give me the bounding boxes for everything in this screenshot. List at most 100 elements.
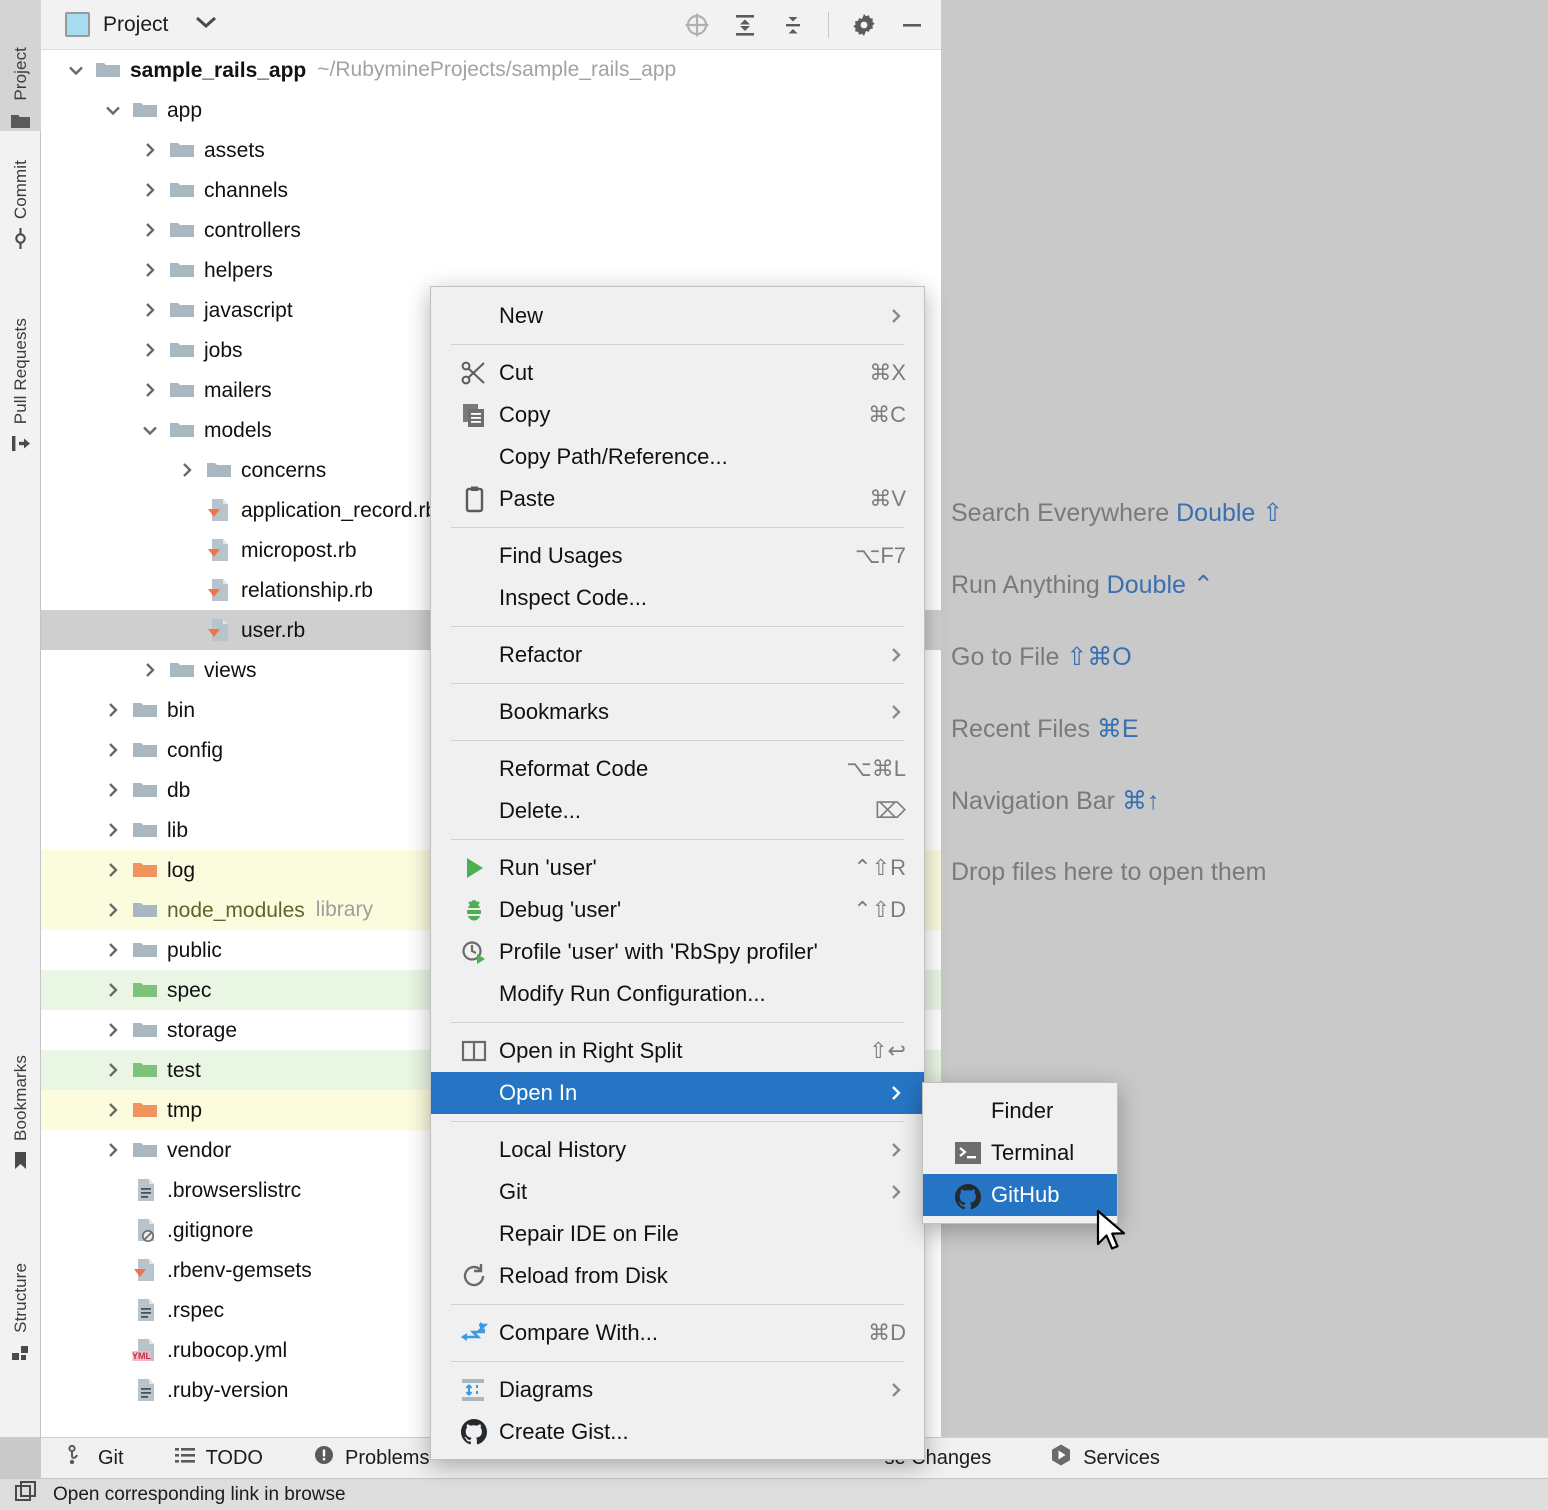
run-icon — [459, 853, 491, 883]
ruby-icon — [132, 1257, 158, 1283]
tree-row-label: bin — [167, 700, 195, 721]
diagram-icon — [459, 1375, 491, 1405]
chevron-collapsed-icon[interactable] — [102, 739, 124, 761]
menu-item[interactable]: Reload from Disk — [431, 1255, 924, 1297]
menu-item-shortcut: ⌥F7 — [833, 543, 906, 569]
chevron-collapsed-icon[interactable] — [139, 299, 161, 321]
project-view-icon — [65, 12, 90, 37]
menu-item[interactable]: Run 'user'⌃⇧R — [431, 847, 924, 889]
submenu-item[interactable]: Finder — [923, 1090, 1117, 1132]
tree-row[interactable]: app — [41, 90, 941, 130]
chevron-collapsed-icon[interactable] — [102, 859, 124, 881]
hint-label: Recent Files — [951, 715, 1097, 743]
chevron-expanded-icon[interactable] — [102, 99, 124, 121]
menu-item-label: Inspect Code... — [499, 587, 906, 609]
menu-item[interactable]: Git — [431, 1171, 924, 1213]
chevron-collapsed-icon[interactable] — [176, 459, 198, 481]
context-menu[interactable]: New Cut⌘XCopy⌘CCopy Path/Reference...Past… — [430, 286, 925, 1460]
chevron-expanded-icon[interactable] — [65, 59, 87, 81]
status-label: Problems — [345, 1447, 429, 1470]
menu-item[interactable]: New — [431, 295, 924, 337]
settings-gear-icon[interactable] — [851, 12, 877, 38]
hint-label: Drop files here to open them — [951, 858, 1266, 886]
menu-item[interactable]: Refactor — [431, 634, 924, 676]
svg-text:YML: YML — [132, 1351, 152, 1361]
menu-item[interactable]: Copy Path/Reference... — [431, 436, 924, 478]
chevron-collapsed-icon[interactable] — [102, 1139, 124, 1161]
folder-icon — [206, 457, 232, 483]
menu-item[interactable]: Copy⌘C — [431, 394, 924, 436]
tree-row-label: lib — [167, 820, 188, 841]
todo-list-icon — [174, 1444, 196, 1472]
collapse-all-icon[interactable] — [780, 12, 806, 38]
rail-item-pull-requests[interactable]: Pull Requests — [0, 318, 41, 454]
tree-row-label: .rspec — [167, 1300, 224, 1321]
menu-item-shortcut: ⇧↩ — [847, 1038, 906, 1064]
rail-item-commit[interactable]: Commit — [0, 160, 41, 249]
bookmark-icon — [10, 1150, 31, 1171]
submenu-item[interactable]: Terminal — [923, 1132, 1117, 1174]
hide-icon[interactable] — [899, 12, 925, 38]
menu-item[interactable]: Bookmarks — [431, 691, 924, 733]
chevron-collapsed-icon[interactable] — [102, 819, 124, 841]
menu-item[interactable]: Diagrams — [431, 1369, 924, 1411]
menu-item[interactable]: Find Usages⌥F7 — [431, 535, 924, 577]
rail-item-structure[interactable]: Structure — [0, 1263, 41, 1363]
menu-item[interactable]: Profile 'user' with 'RbSpy profiler' — [431, 931, 924, 973]
tree-row-root[interactable]: sample_rails_app ~/RubymineProjects/samp… — [41, 50, 941, 90]
menu-item[interactable]: Local History — [431, 1129, 924, 1171]
chevron-collapsed-icon[interactable] — [139, 659, 161, 681]
folder-icon — [132, 1017, 158, 1043]
status-item-git[interactable]: Git — [66, 1444, 124, 1472]
chevron-collapsed-icon[interactable] — [139, 379, 161, 401]
chevron-expanded-icon[interactable] — [139, 419, 161, 441]
status-item-services[interactable]: Services — [1049, 1443, 1160, 1473]
chevron-collapsed-icon[interactable] — [102, 939, 124, 961]
tree-row[interactable]: helpers — [41, 250, 941, 290]
chevron-collapsed-icon[interactable] — [102, 1059, 124, 1081]
status-item-problems[interactable]: Problems — [313, 1444, 429, 1472]
chevron-collapsed-icon[interactable] — [102, 1019, 124, 1041]
chevron-collapsed-icon[interactable] — [102, 1099, 124, 1121]
menu-item[interactable]: Compare With...⌘D — [431, 1312, 924, 1354]
chevron-right-icon — [886, 1140, 906, 1160]
menu-separator — [451, 1361, 904, 1362]
submenu-item[interactable]: GitHub — [923, 1174, 1117, 1216]
menu-item[interactable]: Open In — [431, 1072, 924, 1114]
hint-shortcut: ⌘E — [1097, 715, 1139, 743]
chevron-collapsed-icon[interactable] — [139, 339, 161, 361]
menu-item[interactable]: Repair IDE on File — [431, 1213, 924, 1255]
chevron-collapsed-icon[interactable] — [139, 179, 161, 201]
select-opened-file-icon[interactable] — [684, 12, 710, 38]
menu-item[interactable]: Inspect Code... — [431, 577, 924, 619]
rail-item-project[interactable]: Project — [0, 0, 41, 131]
chevron-collapsed-icon[interactable] — [102, 699, 124, 721]
chevron-down-icon[interactable] — [195, 15, 217, 34]
status-item-todo[interactable]: TODO — [174, 1444, 263, 1472]
chevron-collapsed-icon[interactable] — [102, 899, 124, 921]
menu-item[interactable]: Create Gist... — [431, 1411, 924, 1453]
chevron-collapsed-icon[interactable] — [139, 139, 161, 161]
chevron-collapsed-icon[interactable] — [139, 259, 161, 281]
rail-label: Pull Requests — [11, 318, 31, 424]
menu-item[interactable]: Delete...⌦ — [431, 790, 924, 832]
chevron-collapsed-icon[interactable] — [102, 779, 124, 801]
menu-item[interactable]: Reformat Code⌥⌘L — [431, 748, 924, 790]
menu-item[interactable]: Modify Run Configuration... — [431, 973, 924, 1015]
tree-row-label: user.rb — [241, 620, 305, 641]
menu-item[interactable]: Open in Right Split⇧↩ — [431, 1030, 924, 1072]
chevron-collapsed-icon[interactable] — [102, 979, 124, 1001]
chevron-right-icon — [886, 306, 906, 326]
project-view-selector[interactable]: Project — [65, 12, 217, 37]
menu-item[interactable]: Debug 'user'⌃⇧D — [431, 889, 924, 931]
tree-row[interactable]: controllers — [41, 210, 941, 250]
open-in-submenu[interactable]: FinderTerminalGitHub — [922, 1082, 1118, 1224]
window-icon — [14, 1480, 39, 1510]
chevron-collapsed-icon[interactable] — [139, 219, 161, 241]
expand-all-icon[interactable] — [732, 12, 758, 38]
tree-row[interactable]: assets — [41, 130, 941, 170]
rail-item-bookmarks[interactable]: Bookmarks — [0, 1055, 41, 1171]
menu-item[interactable]: Cut⌘X — [431, 352, 924, 394]
tree-row[interactable]: channels — [41, 170, 941, 210]
menu-item[interactable]: Paste⌘V — [431, 478, 924, 520]
